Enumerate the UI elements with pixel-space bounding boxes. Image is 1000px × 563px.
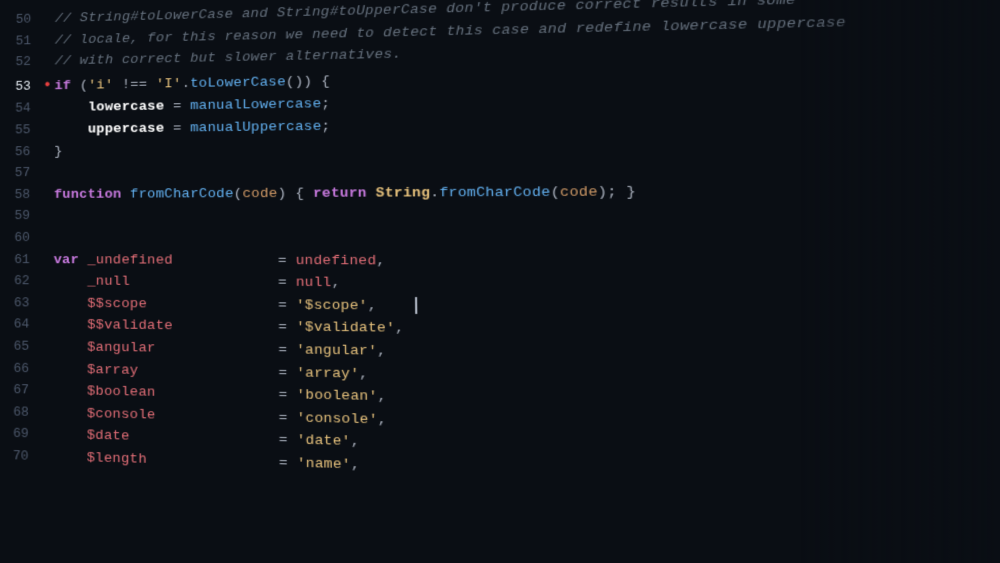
line-content-59 xyxy=(50,206,63,228)
line-num-54: 54 xyxy=(1,99,43,120)
line-num-58: 58 xyxy=(0,185,42,206)
code-editor: 50 // String#toLowerCase and String#toUp… xyxy=(0,0,1000,563)
line-num-57: 57 xyxy=(0,163,42,184)
line-num-66: 66 xyxy=(0,358,41,380)
code-line-59: 59 xyxy=(0,202,1000,228)
line-num-56: 56 xyxy=(1,142,43,163)
line-num-61: 61 xyxy=(0,250,42,271)
line-num-65: 65 xyxy=(0,336,41,358)
line-content-55: uppercase = manualUppercase; xyxy=(50,116,330,141)
line-num-52: 52 xyxy=(1,52,43,73)
line-num-62: 62 xyxy=(0,271,42,292)
line-content-62: _null = null, xyxy=(49,271,340,295)
line-content-61: var _undefined = undefined, xyxy=(50,250,386,273)
line-num-60: 60 xyxy=(0,228,42,249)
line-num-53: 53 xyxy=(1,76,43,97)
line-num-51: 51 xyxy=(1,31,43,52)
line-content-53: if ('i' !== 'I'.toLowerCase()) { xyxy=(50,71,330,98)
line-num-59: 59 xyxy=(0,206,42,227)
line-num-67: 67 xyxy=(0,380,41,402)
line-content-57 xyxy=(50,163,62,185)
line-content-60 xyxy=(50,228,63,250)
line-num-70: 70 xyxy=(0,446,41,468)
line-num-63: 63 xyxy=(0,293,41,314)
line-content-58: function fromCharCode(code) { return Str… xyxy=(50,181,636,206)
code-content-wrapper: 50 // String#toLowerCase and String#toUp… xyxy=(0,0,1000,504)
line-num-64: 64 xyxy=(0,314,41,335)
line-num-50: 50 xyxy=(1,9,43,30)
line-num-68: 68 xyxy=(0,402,41,424)
code-line-60: 60 xyxy=(0,227,1000,252)
line-num-55: 55 xyxy=(1,120,43,141)
line-num-69: 69 xyxy=(0,424,41,446)
line-content-56: } xyxy=(50,141,62,163)
